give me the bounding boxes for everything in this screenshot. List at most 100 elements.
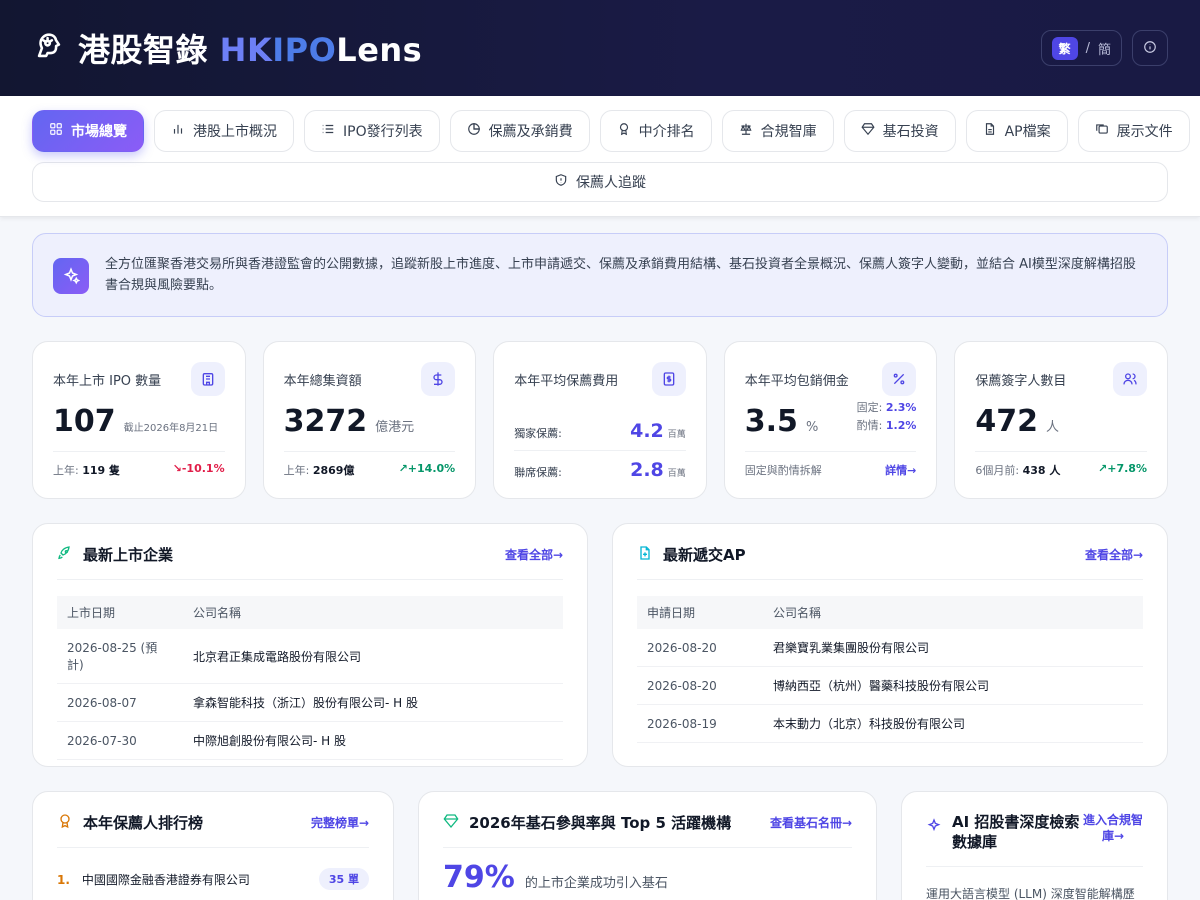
stat-ipo-count[interactable]: 本年上市 IPO 數量 107 截止2026年8月21日 上年: 119 隻 ↘-…	[32, 341, 246, 499]
fixed-value: 2.3%	[885, 401, 917, 414]
cell-company[interactable]: 博納西亞（杭州）醫藥科技股份有限公司	[763, 666, 1143, 705]
list-item[interactable]: 1. 中國國際金融香港證券有限公司 35 單	[57, 868, 369, 890]
gem-icon	[443, 813, 459, 833]
panel-title: 最新上市企業	[83, 546, 174, 564]
cell-company[interactable]: 君樂寶乳業集團股份有限公司	[763, 629, 1143, 667]
tab-label: IPO發行列表	[343, 124, 423, 140]
stat-sub: 截止2026年8月21日	[123, 423, 219, 434]
cornerstone-panel: 2026年基石參與率與 Top 5 活躍機構 查看基石名冊→ 79% 的上市企業…	[418, 791, 877, 900]
stat-value: 472	[975, 404, 1038, 439]
tab-sponsor-tracking[interactable]: 保薦人追蹤	[32, 162, 1168, 202]
view-all-link[interactable]: 查看全部→	[505, 546, 563, 563]
stat-title: 本年平均包銷佣金	[744, 373, 849, 389]
stat-commission[interactable]: 本年平均包銷佣金 3.5% 固定: 2.3% 酌情: 1.2% 固定與酌情拆解 …	[723, 341, 938, 499]
column-header: 上市日期	[57, 596, 183, 629]
stat-value: 107	[53, 404, 116, 439]
column-header: 公司名稱	[183, 596, 563, 629]
bottom-row: 本年保薦人排行榜 完整榜單→ 1. 中國國際金融香港證券有限公司 35 單 202…	[32, 791, 1168, 900]
table-row[interactable]: 2026-08-19 本末動力（北京）科技股份有限公司	[637, 704, 1143, 743]
cell-date: 2026-08-19	[637, 704, 763, 743]
participation-text: 的上市企業成功引入基石	[524, 876, 668, 891]
table-row[interactable]: 2026-08-25 (預計) 北京君正集成電路股份有限公司	[57, 629, 563, 684]
app-title-ipo: IPO	[272, 31, 337, 69]
tab-label: 展示文件	[1116, 124, 1173, 140]
receipt-icon	[651, 362, 686, 396]
cell-company[interactable]: 本末動力（北京）科技股份有限公司	[763, 704, 1143, 743]
stat-sponsor-fee[interactable]: 本年平均保薦費用 獨家保薦: 4.2 百萬 聯席保薦: 2.8 百萬	[493, 341, 707, 499]
lang-simplified[interactable]: 簡	[1098, 39, 1111, 58]
stat-value: 3.5	[744, 404, 798, 439]
tab-intermediary-rank[interactable]: 中介排名	[599, 110, 712, 152]
tab-ipo-list[interactable]: IPO發行列表	[304, 110, 440, 152]
sponsor-name: 中國國際金融香港證券有限公司	[81, 872, 250, 887]
table-row[interactable]: 2026-07-30 中際旭創股份有限公司- H 股	[57, 721, 563, 760]
building-icon	[190, 362, 225, 396]
latest-row: 最新上市企業 查看全部→ 上市日期 公司名稱 2026-08-25 (預計) 北京…	[32, 523, 1168, 767]
tab-ap-files[interactable]: AP檔案	[965, 110, 1068, 152]
table-row[interactable]: 2026-08-20 博納西亞（杭州）醫藥科技股份有限公司	[637, 666, 1143, 705]
tab-market-overview[interactable]: 市場總覽	[32, 110, 144, 152]
tab-display-docs[interactable]: 展示文件	[1077, 110, 1190, 152]
foot-label: 上年:	[283, 464, 310, 477]
file-icon	[983, 122, 997, 140]
tab-cornerstone[interactable]: 基石投資	[843, 110, 956, 152]
cell-company[interactable]: 拿森智能科技（浙江）股份有限公司- H 股	[183, 683, 563, 722]
cell-date: 2026-08-20	[637, 666, 763, 705]
details-link[interactable]: 詳情→	[885, 462, 916, 478]
stat-title: 本年平均保薦費用	[514, 373, 619, 389]
award-icon	[57, 813, 73, 833]
intro-banner: 全方位匯聚香港交易所與香港證監會的公開數據，追蹤新股上市進度、上市申請遞交、保薦…	[32, 233, 1168, 317]
tab-compliance[interactable]: 合規智庫	[721, 110, 834, 152]
disc-label: 酌情:	[856, 419, 883, 432]
shield-icon	[554, 173, 568, 191]
table-row[interactable]: 2026-08-20 君樂寶乳業集團股份有限公司	[637, 629, 1143, 667]
sole-unit: 百萬	[667, 430, 686, 440]
scale-icon	[739, 122, 753, 140]
cell-company[interactable]: 北京君正集成電路股份有限公司	[183, 629, 563, 684]
tab-sponsor-fees[interactable]: 保薦及承銷費	[449, 110, 590, 152]
full-ranking-link[interactable]: 完整榜單→	[311, 814, 369, 831]
stat-signers[interactable]: 保薦簽字人數目 472 人 6個月前: 438 人 ↗+7.8%	[954, 341, 1168, 499]
deal-count-badge: 35 單	[318, 868, 369, 890]
app-title: 港股智錄 HKIPOLens	[78, 25, 422, 71]
stat-total-raised[interactable]: 本年總集資額 3272 億港元 上年: 2869億 ↗+14.0%	[262, 341, 477, 499]
link-line1: 進入合規智	[1082, 813, 1143, 827]
dollar-icon	[421, 362, 456, 396]
compliance-link[interactable]: 進入合規智 庫→	[1083, 812, 1143, 844]
header-actions: 繁 / 簡	[1040, 30, 1168, 66]
panel-title: 本年保薦人排行榜	[83, 814, 204, 832]
brain-logo-icon	[32, 29, 66, 67]
list-icon	[321, 122, 335, 140]
disc-value: 1.2%	[885, 419, 917, 432]
cell-company[interactable]: 中際旭創股份有限公司- H 股	[183, 721, 563, 760]
latest-listings-panel: 最新上市企業 查看全部→ 上市日期 公司名稱 2026-08-25 (預計) 北京…	[32, 523, 588, 767]
percent-icon	[882, 362, 917, 396]
sparkles-icon	[926, 818, 942, 838]
pie-chart-icon	[467, 122, 481, 140]
cornerstone-list-link[interactable]: 查看基石名冊→	[770, 814, 852, 831]
listings-table: 上市日期 公司名稱 2026-08-25 (預計) 北京君正集成電路股份有限公司 …	[57, 596, 563, 760]
sparkles-icon	[53, 258, 89, 294]
sole-label: 獨家保薦:	[514, 427, 562, 440]
language-toggle[interactable]: 繁 / 簡	[1040, 30, 1122, 66]
foot-label: 6個月前:	[975, 464, 1020, 477]
sponsor-rank-panel: 本年保薦人排行榜 完整榜單→ 1. 中國國際金融香港證券有限公司 35 單	[32, 791, 394, 900]
stat-title: 保薦簽字人數目	[975, 373, 1067, 389]
foot-value: 438 人	[1022, 464, 1061, 477]
stat-unit: %	[805, 420, 819, 435]
cell-date: 2026-08-07	[57, 683, 183, 722]
tab-hk-listing[interactable]: 港股上市概況	[154, 110, 294, 152]
nav-tabs: 市場總覽 港股上市概況 IPO發行列表 保薦及承銷費 中介排名 合規智庫 基石投…	[32, 110, 1190, 152]
foot-value: 2869億	[312, 464, 355, 477]
stat-title: 本年上市 IPO 數量	[53, 373, 162, 389]
tab-label: 基石投資	[882, 124, 939, 140]
table-row[interactable]: 2026-08-07 拿森智能科技（浙江）股份有限公司- H 股	[57, 683, 563, 722]
ap-table: 申請日期 公司名稱 2026-08-20 君樂寶乳業集團股份有限公司 2026-0…	[637, 596, 1143, 743]
lang-traditional[interactable]: 繁	[1051, 36, 1078, 60]
grid-icon	[49, 122, 63, 140]
info-button[interactable]	[1132, 30, 1168, 66]
cell-date: 2026-08-25 (預計)	[57, 629, 183, 684]
rocket-icon	[57, 545, 73, 565]
brand[interactable]: 港股智錄 HKIPOLens	[32, 25, 422, 71]
view-all-link[interactable]: 查看全部→	[1085, 546, 1143, 563]
